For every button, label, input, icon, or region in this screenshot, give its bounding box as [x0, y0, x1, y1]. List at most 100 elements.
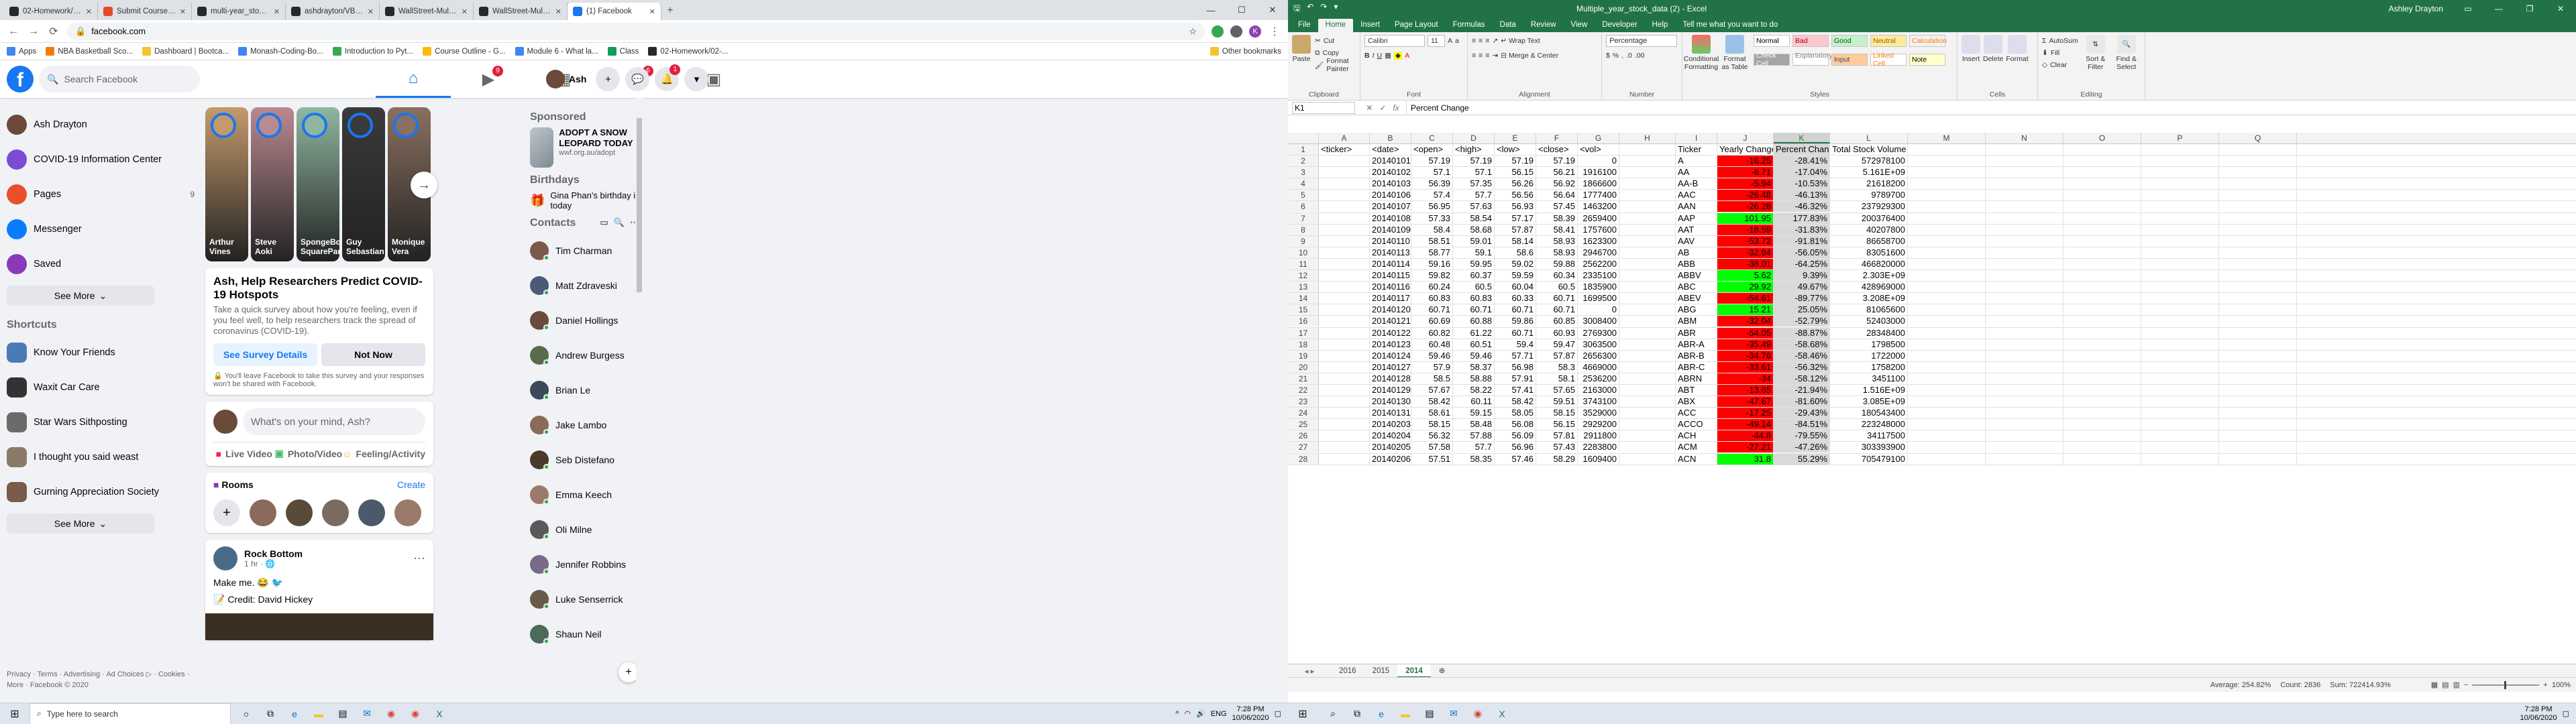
cell[interactable]: [1908, 156, 1986, 167]
cell[interactable]: 20140117: [1370, 293, 1411, 304]
align-bottom-icon[interactable]: ≡: [1485, 37, 1489, 45]
cell[interactable]: [2063, 316, 2141, 327]
cell[interactable]: ABR: [1676, 327, 1717, 339]
browser-tab[interactable]: Submit Coursework | Bootcam... ✕: [98, 3, 192, 20]
cell[interactable]: 705479100: [1830, 453, 1908, 465]
cell[interactable]: [1619, 190, 1676, 201]
cell[interactable]: [1619, 430, 1676, 442]
cell[interactable]: -91.81%: [1774, 235, 1830, 247]
cell-style-option[interactable]: Check Cell: [1754, 52, 1790, 68]
cell[interactable]: [2063, 430, 2141, 442]
extension-icon[interactable]: [1212, 25, 1224, 38]
cell[interactable]: ACCO: [1676, 419, 1717, 430]
cell[interactable]: [2141, 453, 2219, 465]
cell[interactable]: [2141, 430, 2219, 442]
shortcut-item[interactable]: I thought you said weast: [0, 440, 201, 475]
file-explorer-icon[interactable]: ▬: [1397, 706, 1414, 722]
other-bookmarks[interactable]: Other bookmarks: [1210, 47, 1281, 56]
shortcut-item[interactable]: Gurning Appreciation Society: [0, 475, 201, 509]
cell[interactable]: [2141, 178, 2219, 190]
column-header[interactable]: H: [1619, 133, 1676, 143]
profile-icon[interactable]: K: [1249, 25, 1261, 38]
row-header[interactable]: 8: [1288, 224, 1319, 235]
cell[interactable]: [2219, 316, 2297, 327]
cell[interactable]: 58.93: [1536, 247, 1578, 258]
cell[interactable]: 20140103: [1370, 178, 1411, 190]
cell[interactable]: 58.77: [1411, 247, 1453, 258]
cell[interactable]: [2219, 442, 2297, 453]
cell[interactable]: 57.7: [1453, 442, 1495, 453]
cell-style-option[interactable]: Explanatory ...: [1792, 52, 1832, 68]
cell[interactable]: [1986, 453, 2063, 465]
row-header[interactable]: 15: [1288, 304, 1319, 316]
cell[interactable]: ABG: [1676, 304, 1717, 316]
cell[interactable]: 4669000: [1578, 361, 1619, 373]
story-card[interactable]: Guy Sebastian: [342, 107, 385, 261]
cell[interactable]: [2141, 282, 2219, 293]
cell[interactable]: -47.26%: [1774, 442, 1830, 453]
cell[interactable]: [1619, 304, 1676, 316]
cell[interactable]: 1835900: [1578, 282, 1619, 293]
cell[interactable]: [1319, 293, 1370, 304]
cell[interactable]: 83051600: [1830, 247, 1908, 258]
cell[interactable]: 58.29: [1536, 453, 1578, 465]
cell[interactable]: 56.15: [1495, 167, 1536, 178]
cell[interactable]: [1908, 235, 1986, 247]
birthday-item[interactable]: 🎁 Gina Phan's birthday is today: [530, 190, 644, 210]
cell[interactable]: -17.25: [1717, 408, 1774, 419]
browser-tab[interactable]: WallStreet-Multi-Year-Data-VBA... ✕: [474, 3, 568, 20]
bookmark-item[interactable]: Introduction to Pyt...: [332, 47, 413, 56]
cell[interactable]: [2141, 384, 2219, 396]
cell[interactable]: 1798500: [1830, 339, 1908, 350]
cell[interactable]: ABB: [1676, 258, 1717, 269]
windows-start-icon[interactable]: ⊞: [0, 707, 30, 721]
avatar[interactable]: [286, 499, 313, 526]
cell[interactable]: 60.5: [1453, 282, 1495, 293]
cell[interactable]: -44.8: [1717, 430, 1774, 442]
cell[interactable]: [1986, 144, 2063, 155]
sidebar-item[interactable]: Ash Drayton: [0, 107, 201, 142]
contact-item[interactable]: Shaun Neil: [530, 617, 644, 652]
cell[interactable]: 303393900: [1830, 442, 1908, 453]
cell[interactable]: 56.26: [1495, 178, 1536, 190]
column-header[interactable]: B: [1370, 133, 1411, 143]
cell[interactable]: 86658700: [1830, 235, 1908, 247]
cell[interactable]: [1619, 350, 1676, 361]
cell[interactable]: 2659400: [1578, 213, 1619, 224]
format-cells-button[interactable]: Format: [2006, 35, 2029, 63]
mail-icon[interactable]: ✉: [1445, 706, 1462, 722]
cell[interactable]: 60.69: [1411, 316, 1453, 327]
cell[interactable]: 20140113: [1370, 247, 1411, 258]
cell[interactable]: [1908, 258, 1986, 269]
cell[interactable]: 60.34: [1536, 270, 1578, 282]
cell[interactable]: 58.14: [1495, 235, 1536, 247]
cell[interactable]: 20140123: [1370, 339, 1411, 350]
cell[interactable]: 20140204: [1370, 430, 1411, 442]
cell[interactable]: -31.83%: [1774, 224, 1830, 235]
cell[interactable]: [1319, 373, 1370, 384]
cell[interactable]: [1986, 178, 2063, 190]
watch-tab[interactable]: ▶ 9: [451, 60, 526, 98]
cell[interactable]: [1619, 442, 1676, 453]
cell[interactable]: 58.93: [1536, 235, 1578, 247]
cell[interactable]: 2562200: [1578, 258, 1619, 269]
cell[interactable]: ACH: [1676, 430, 1717, 442]
cell[interactable]: 1699500: [1578, 293, 1619, 304]
cell[interactable]: 9.39%: [1774, 270, 1830, 282]
cell[interactable]: -28.41%: [1774, 156, 1830, 167]
paste-button[interactable]: Paste: [1292, 35, 1311, 71]
cell[interactable]: [1908, 293, 1986, 304]
ribbon-tab[interactable]: Home: [1318, 19, 1354, 32]
cell[interactable]: [1319, 190, 1370, 201]
indent-icon[interactable]: ⇥: [1492, 52, 1498, 60]
cell[interactable]: [2141, 361, 2219, 373]
cell-style-option[interactable]: Bad: [1792, 35, 1829, 47]
cell[interactable]: 57.67: [1411, 384, 1453, 396]
ribbon-display-icon[interactable]: ▭: [2453, 0, 2483, 17]
task-view-icon[interactable]: ⧉: [262, 706, 279, 722]
cell[interactable]: [2141, 213, 2219, 224]
contact-item[interactable]: Brian Le: [530, 373, 644, 408]
cell[interactable]: [1908, 190, 1986, 201]
cell[interactable]: [2063, 408, 2141, 419]
cell[interactable]: 58.4: [1411, 224, 1453, 235]
